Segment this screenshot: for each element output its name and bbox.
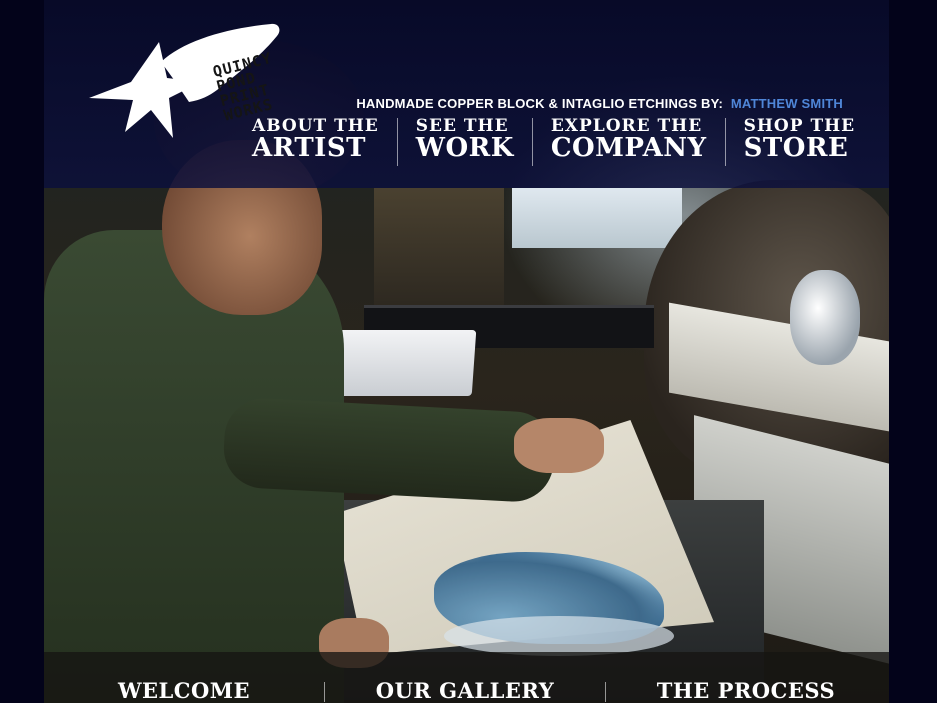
nav-big-label: ARTIST [252, 133, 366, 163]
header-band: QUINCY POND PRINT WORKS HANDMADE COPPER … [44, 0, 889, 188]
bottom-bar: WELCOME OUR GALLERY THE PROCESS [44, 652, 889, 703]
artist-hand [514, 418, 604, 473]
bottom-nav: WELCOME OUR GALLERY THE PROCESS [44, 678, 889, 703]
nav-shop-store[interactable]: SHOP THE STORE [724, 118, 874, 166]
nav-explore-company[interactable]: EXPLORE THE COMPANY [531, 118, 725, 166]
nav-big-label: WORK [415, 133, 514, 163]
tagline-text: HANDMADE COPPER BLOCK & INTAGLIO ETCHING… [356, 96, 724, 111]
nav-big-label: STORE [743, 133, 849, 163]
nav-welcome[interactable]: WELCOME [44, 678, 324, 703]
magnifier-lens [790, 270, 860, 365]
artist-link[interactable]: MATTHEW SMITH [731, 96, 843, 111]
cabinet [374, 188, 504, 308]
nav-the-process[interactable]: THE PROCESS [606, 678, 886, 703]
artist-arm [221, 396, 557, 504]
second-print [444, 616, 674, 656]
nav-about-artist[interactable]: ABOUT THE ARTIST [250, 118, 397, 166]
top-nav: ABOUT THE ARTIST SEE THE WORK EXPLORE TH… [250, 118, 873, 166]
tagline: HANDMADE COPPER BLOCK & INTAGLIO ETCHING… [356, 96, 843, 111]
hero-stage: QUINCY POND PRINT WORKS HANDMADE COPPER … [44, 0, 889, 703]
nav-big-label: COMPANY [550, 133, 707, 163]
nav-our-gallery[interactable]: OUR GALLERY [325, 678, 605, 703]
nav-see-work[interactable]: SEE THE WORK [396, 118, 532, 166]
window-light [512, 188, 682, 248]
